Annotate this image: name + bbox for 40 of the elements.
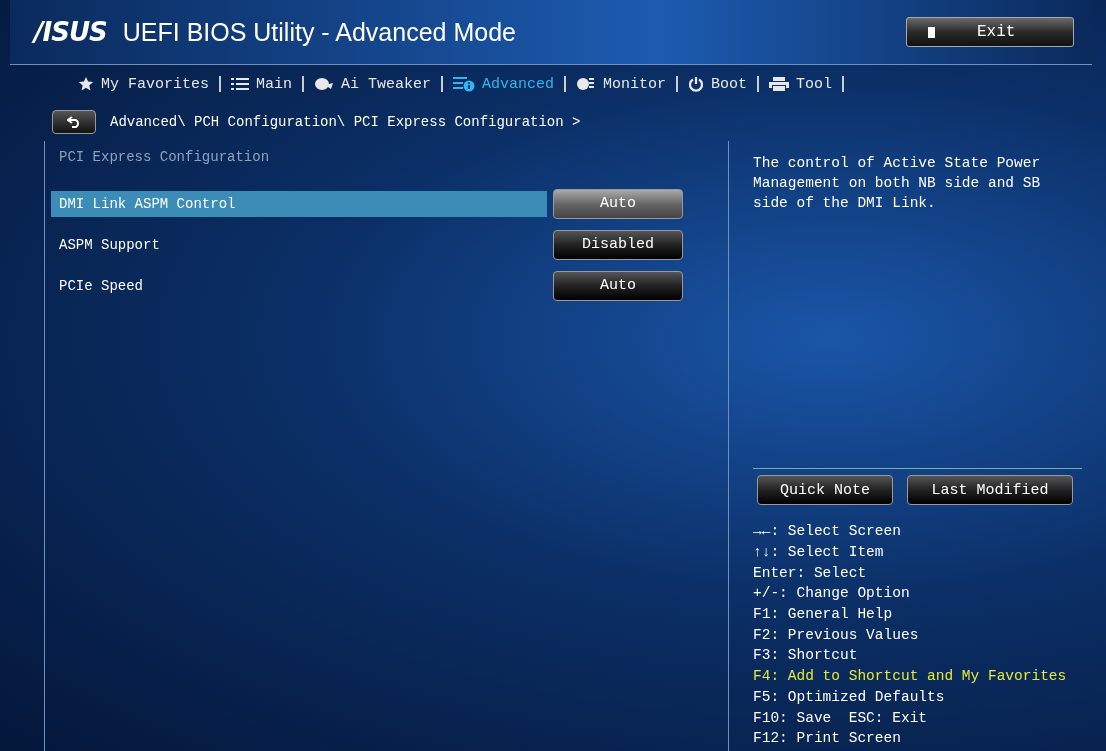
hotkey-hint: ↑↓: Select Item <box>753 542 885 562</box>
hotkey-hint: F10: Save ESC: Exit <box>753 708 929 728</box>
setting-label[interactable]: DMI Link ASPM Control <box>51 190 547 217</box>
back-arrow-icon <box>67 116 81 128</box>
option-button[interactable]: Disabled <box>553 229 683 260</box>
hotkey-hint: Enter: Select <box>753 563 868 583</box>
section-title: PCI Express Configuration <box>58 149 271 167</box>
hotkey-hint: F2: Previous Values <box>753 625 920 645</box>
hotkey-hint: F3: Shortcut <box>753 646 859 666</box>
breadcrumb: Advanced\ PCH Configuration\ PCI Express Configuration > <box>110 114 581 130</box>
menu-tab[interactable]: Boot <box>688 75 748 93</box>
menu-tab[interactable]: Advanced <box>453 75 555 93</box>
list-icon <box>231 77 250 91</box>
option-button[interactable]: Auto <box>553 188 683 219</box>
setting-label[interactable]: PCIe Speed <box>51 272 547 299</box>
hotkey-hint: F1: General Help <box>753 605 894 625</box>
hotkey-hint: →←: Select Screen <box>753 522 902 542</box>
help-text: The control of Active State Power Management on both NB side and SB side of the DMI Link. <box>753 154 1042 213</box>
hotkey-hint: F5: Optimized Defaults <box>753 687 946 707</box>
exit-button[interactable]: Exit <box>906 17 1074 47</box>
window-title: UEFI BIOS Utility - Advanced Mode <box>122 17 517 47</box>
side-button[interactable]: Last Modified <box>907 475 1073 506</box>
power-icon <box>688 76 705 92</box>
menu-tab[interactable]: Main <box>231 75 293 93</box>
hotkey-hint: +/-: Change Option <box>753 584 911 604</box>
side-button[interactable]: Quick Note <box>757 475 893 506</box>
menu-tab[interactable]: My Favorites <box>78 75 210 93</box>
menu-tab[interactable]: Tool <box>769 75 833 93</box>
info-icon <box>453 76 476 92</box>
menu-tab[interactable]: Ai Tweaker <box>314 75 432 93</box>
star-icon <box>78 76 94 92</box>
option-button[interactable]: Auto <box>553 270 683 301</box>
hotkey-hint: F12: Print Screen <box>753 729 902 749</box>
chip-icon <box>576 76 597 92</box>
setting-label[interactable]: ASPM Support <box>51 231 547 258</box>
printer-icon <box>769 77 790 91</box>
hotkey-hint: F4: Add to Shortcut and My Favorites <box>753 667 1068 687</box>
menu-tab[interactable]: Monitor <box>576 75 667 93</box>
back-button[interactable] <box>52 110 96 134</box>
door-icon <box>927 25 937 39</box>
